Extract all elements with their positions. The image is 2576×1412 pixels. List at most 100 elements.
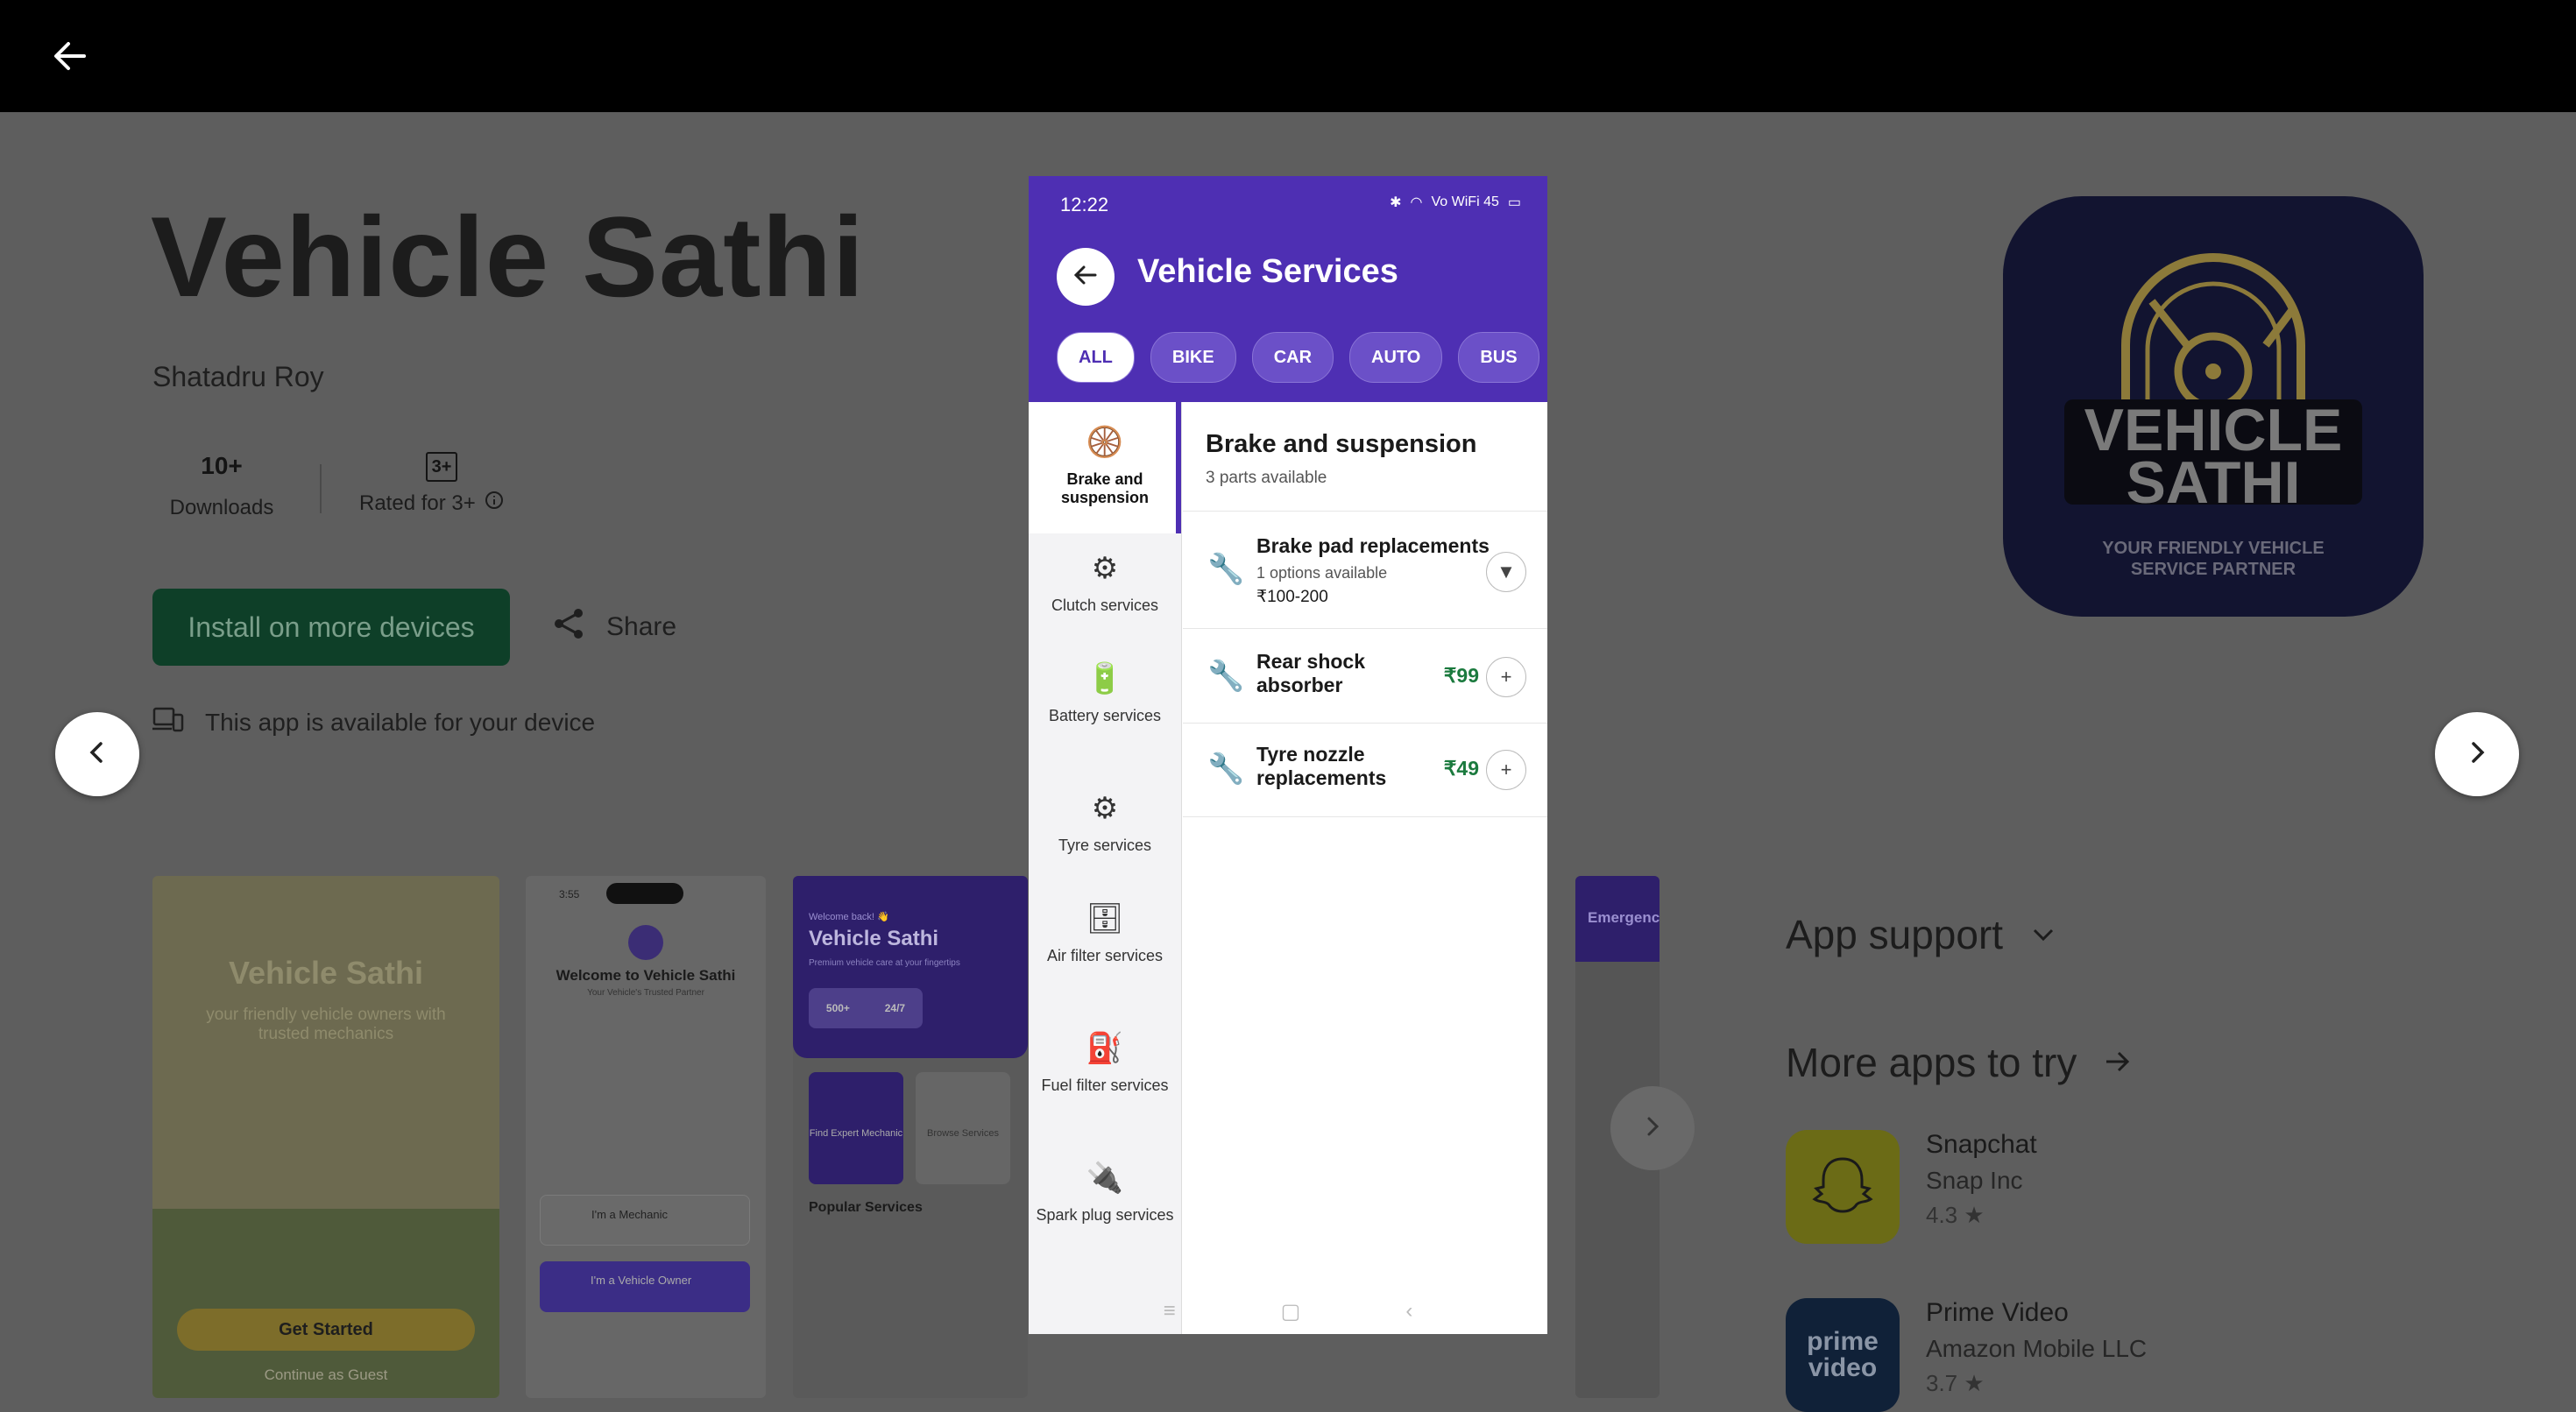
rating-badge: 3+ <box>426 452 457 482</box>
part-options: 1 options available <box>1256 564 1388 582</box>
part-row[interactable]: 🔧 Rear shock absorber ₹99 + <box>1183 628 1547 724</box>
prime-video-icon: prime video <box>1786 1298 1900 1412</box>
app-developer: Snap Inc <box>1926 1167 2023 1194</box>
brake-icon: 🛞 <box>1086 426 1124 459</box>
arrow-left-icon <box>1072 262 1099 293</box>
chip-auto[interactable]: AUTO <box>1349 332 1443 383</box>
category-label: Fuel filter services <box>1041 1077 1169 1094</box>
thumb-stat: 500+ <box>825 1002 850 1014</box>
more-apps-label: More apps to try <box>1786 1040 2077 1085</box>
back-nav-icon[interactable]: ‹ <box>1405 1299 1412 1324</box>
air-filter-icon: 🗄 <box>1086 902 1124 935</box>
part-price: ₹99 <box>1443 664 1479 687</box>
category-sidebar: 🛞 Brake and suspension ⚙ Clutch services… <box>1029 402 1182 1334</box>
screenshot-thumbnail[interactable]: Vehicle Sathi your friendly vehicle owne… <box>152 876 499 1398</box>
next-screenshot-button[interactable] <box>2435 712 2519 796</box>
rating-label: Rated for 3+ <box>359 491 476 515</box>
app-rating: 3.7 ★ <box>1926 1370 1985 1396</box>
add-button[interactable]: + <box>1486 750 1526 790</box>
tyre-icon: ⚙ <box>1091 792 1119 825</box>
category-brake[interactable]: 🛞 Brake and suspension <box>1029 402 1181 533</box>
app-suggestion[interactable]: Snapchat Snap Inc 4.3 ★ <box>1786 1130 2037 1244</box>
chip-car[interactable]: CAR <box>1251 332 1334 383</box>
vehicle-filter-chips: ALL BIKE CAR AUTO BUS <box>1057 332 1547 383</box>
thumb-option: I'm a Vehicle Owner <box>540 1261 750 1312</box>
chevron-right-icon <box>1640 1114 1665 1143</box>
clutch-icon: ⚙ <box>1091 552 1119 585</box>
install-button[interactable]: Install on more devices <box>152 589 510 666</box>
app-icon-tagline2: SERVICE PARTNER <box>2131 560 2296 579</box>
share-button[interactable]: Share <box>552 601 676 653</box>
app-support-toggle[interactable]: App support <box>1786 911 2057 958</box>
home-nav-icon[interactable]: ▢ <box>1281 1299 1301 1324</box>
category-label: Tyre services <box>1058 837 1152 854</box>
developer-name[interactable]: Shatadru Roy <box>152 361 324 393</box>
downloads-label: Downloads <box>169 496 274 519</box>
thumb-section: Popular Services <box>809 1200 923 1215</box>
category-title: Brake and suspension <box>1206 430 1477 458</box>
app-name: Prime Video <box>1926 1298 2069 1327</box>
part-row[interactable]: 🔧 Brake pad replacements 1 options avail… <box>1183 511 1547 629</box>
app-support-label: App support <box>1786 912 2004 957</box>
battery-service-icon: 🔋 <box>1086 662 1124 695</box>
thumb-guest-link: Continue as Guest <box>264 1366 388 1383</box>
back-arrow-icon[interactable] <box>46 32 95 81</box>
top-bar <box>0 0 2576 112</box>
app-icon-line2: SATHI <box>2127 449 2301 516</box>
category-fuel-filter[interactable]: ⛽ Fuel filter services <box>1029 1031 1181 1095</box>
arrow-right-icon <box>2103 1039 2133 1086</box>
app-name: Snapchat <box>1926 1130 2037 1159</box>
category-label: Brake and suspension <box>1060 470 1150 506</box>
chip-bus[interactable]: BUS <box>1458 332 1539 383</box>
part-name: Tyre nozzle replacements <box>1256 743 1387 789</box>
app-icon: VEHICLE SATHI YOUR FRIENDLY VEHICLE SERV… <box>2003 196 2424 617</box>
chevron-right-icon <box>2463 738 2491 771</box>
thumb-subtitle: your friendly vehicle owners with truste… <box>206 1006 446 1043</box>
phone-screenshot: 12:22 ✱ ◠ Vo WiFi 45 ▭ Vehicle Services … <box>1029 176 1547 1334</box>
previous-screenshot-button[interactable] <box>55 712 139 796</box>
category-label: Battery services <box>1048 707 1162 724</box>
share-icon <box>552 606 587 648</box>
status-icons: ✱ ◠ Vo WiFi 45 ▭ <box>1390 194 1521 211</box>
thumb-stat: 24/7 <box>884 1002 906 1014</box>
part-price: ₹49 <box>1443 757 1479 780</box>
thumb-get-started: Get Started <box>177 1309 475 1351</box>
category-label: Spark plug services <box>1036 1206 1174 1224</box>
part-name: Brake pad replacements <box>1256 534 1490 557</box>
app-rating: 4.3 ★ <box>1926 1202 1985 1228</box>
thumb-card: Browse Services <box>916 1072 1010 1184</box>
part-row[interactable]: 🔧 Tyre nozzle replacements ₹49 + <box>1183 723 1547 817</box>
part-price-range: ₹100-200 <box>1256 588 1328 606</box>
strip-next-button[interactable] <box>1610 1086 1695 1170</box>
thumb-option: I'm a Mechanic <box>540 1195 750 1246</box>
thumb-title: Welcome to Vehicle Sathi <box>556 967 736 984</box>
screen-title: Vehicle Services <box>1137 253 1398 290</box>
chip-bike[interactable]: BIKE <box>1150 332 1236 383</box>
wifi-icon: ◠ <box>1410 195 1423 210</box>
category-label: Clutch services <box>1051 597 1159 614</box>
category-tyre[interactable]: ⚙ Tyre services <box>1029 791 1181 855</box>
add-button[interactable]: + <box>1486 657 1526 697</box>
app-suggestion[interactable]: prime video Prime Video Amazon Mobile LLC… <box>1786 1298 2147 1412</box>
thumb-title: Vehicle Sathi <box>228 955 424 991</box>
more-apps-link[interactable]: More apps to try <box>1786 1039 2133 1086</box>
downloads-stat: 10+ Downloads <box>165 452 279 520</box>
category-clutch[interactable]: ⚙ Clutch services <box>1029 551 1181 615</box>
back-button[interactable] <box>1057 248 1115 306</box>
spark-plug-icon: 🔌 <box>1086 1161 1124 1195</box>
chip-all[interactable]: ALL <box>1057 332 1135 383</box>
menu-nav-icon[interactable]: ≡ <box>1164 1299 1176 1324</box>
expand-button[interactable]: ▼ <box>1486 552 1526 592</box>
snapchat-icon <box>1786 1130 1900 1244</box>
category-spark-plug[interactable]: 🔌 Spark plug services <box>1029 1161 1181 1225</box>
category-air-filter[interactable]: 🗄 Air filter services <box>1029 901 1181 965</box>
bluetooth-icon: ✱ <box>1390 195 1402 210</box>
info-icon[interactable] <box>485 491 504 516</box>
battery-icon: ▭ <box>1507 195 1521 210</box>
screenshot-thumbnail[interactable]: 3:55 Welcome to Vehicle Sathi Your Vehic… <box>526 876 766 1398</box>
thumb-card: Find Expert Mechanic <box>809 1072 903 1184</box>
chevron-down-icon <box>2029 911 2057 958</box>
category-battery[interactable]: 🔋 Battery services <box>1029 661 1181 725</box>
wrench-icon: 🔧 <box>1207 553 1245 586</box>
screenshot-thumbnail[interactable]: Welcome back! 👋 Vehicle Sathi Premium ve… <box>793 876 1028 1398</box>
